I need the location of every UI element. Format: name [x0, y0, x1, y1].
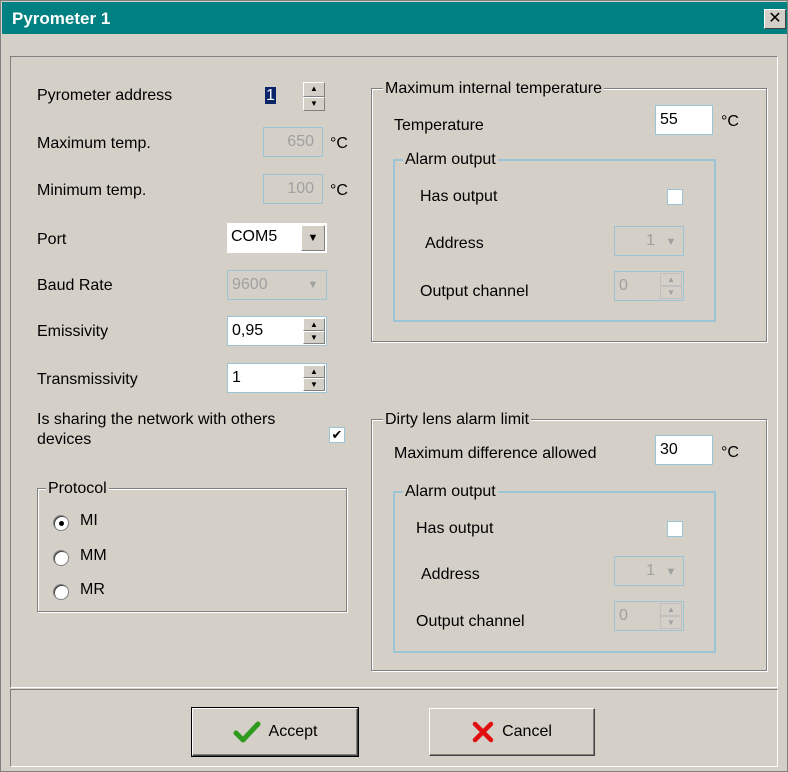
dirty-channel-label: Output channel: [416, 613, 525, 630]
dirty-has-output-label: Has output: [416, 520, 494, 537]
spin-up-icon[interactable]: ▲: [303, 82, 325, 97]
spin-up-icon[interactable]: ▲: [303, 365, 325, 378]
title-bar[interactable]: Pyrometer 1: [2, 2, 787, 34]
min-temp-label: Minimum temp.: [37, 182, 147, 199]
radio-mm[interactable]: [53, 550, 69, 566]
dirty-lens-group-title: Dirty lens alarm limit: [383, 411, 532, 429]
baud-rate-label: Baud Rate: [37, 277, 113, 294]
sharing-checkbox[interactable]: ✔: [329, 427, 345, 443]
radio-mm-label[interactable]: MM: [80, 547, 107, 565]
spin-up-icon[interactable]: ▲: [303, 318, 325, 331]
max-diff-label: Maximum difference allowed: [394, 445, 597, 462]
dirty-has-output-checkbox[interactable]: [667, 521, 683, 537]
accept-button-label: Accept: [268, 723, 318, 740]
dialog-window: Pyrometer 1 ✕ Pyrometer address 1 ▲ ▼ Ma…: [0, 0, 788, 772]
transmissivity-spinner[interactable]: ▲ ▼: [303, 365, 325, 391]
check-icon: ✔: [331, 427, 343, 442]
port-dropdown-icon[interactable]: ▼: [301, 225, 325, 251]
min-temp-unit: °C: [330, 182, 348, 199]
spin-down-icon[interactable]: ▼: [660, 286, 682, 299]
accept-button[interactable]: Accept: [191, 707, 359, 757]
protocol-group-title: Protocol: [46, 480, 109, 498]
temperature-label: Temperature: [394, 117, 484, 134]
internal-channel-spinner[interactable]: ▲ ▼: [660, 273, 682, 299]
close-icon: ✕: [768, 10, 782, 27]
dirty-alarm-group-title: Alarm output: [403, 483, 498, 501]
cancel-button[interactable]: Cancel: [429, 708, 595, 756]
internal-temp-group-title: Maximum internal temperature: [383, 80, 604, 98]
baud-rate-dropdown-icon[interactable]: ▼: [301, 272, 325, 298]
pyrometer-address-value: 1: [265, 87, 276, 104]
pyrometer-address-input[interactable]: 1: [263, 82, 301, 112]
spin-up-icon[interactable]: ▲: [660, 273, 682, 286]
spin-down-icon[interactable]: ▼: [303, 331, 325, 344]
spin-up-icon[interactable]: ▲: [660, 603, 682, 616]
emissivity-spinner[interactable]: ▲ ▼: [303, 318, 325, 344]
spin-down-icon[interactable]: ▼: [303, 378, 325, 391]
transmissivity-label: Transmissivity: [37, 371, 138, 388]
internal-has-output-checkbox[interactable]: [667, 189, 683, 205]
pyrometer-address-spinner[interactable]: ▲ ▼: [303, 82, 325, 111]
max-temp-input[interactable]: 650: [263, 127, 323, 157]
close-button[interactable]: ✕: [764, 9, 786, 29]
baud-rate-value: 9600: [232, 276, 268, 293]
radio-mi-label[interactable]: MI: [80, 512, 98, 530]
radio-mr-label[interactable]: MR: [80, 581, 105, 599]
emissivity-label: Emissivity: [37, 323, 109, 340]
radio-mi[interactable]: [53, 515, 69, 531]
internal-address-label: Address: [425, 235, 484, 252]
dirty-channel-spinner[interactable]: ▲ ▼: [660, 603, 682, 629]
max-temp-unit: °C: [330, 135, 348, 152]
max-diff-input[interactable]: 30: [655, 435, 713, 465]
internal-alarm-group-title: Alarm output: [403, 151, 498, 169]
sharing-label-line1: Is sharing the network with others: [37, 411, 276, 428]
internal-has-output-label: Has output: [420, 188, 498, 205]
temperature-input[interactable]: 55: [655, 105, 713, 135]
window-title: Pyrometer 1: [12, 9, 111, 28]
radio-mr[interactable]: [53, 584, 69, 600]
port-value: COM5: [231, 228, 278, 245]
pyrometer-address-label: Pyrometer address: [37, 87, 173, 104]
internal-address-dropdown-icon[interactable]: ▼: [660, 228, 682, 254]
min-temp-input[interactable]: 100: [263, 174, 323, 204]
port-label: Port: [37, 231, 67, 248]
max-diff-unit: °C: [721, 444, 739, 461]
sharing-label-line2: devices: [37, 431, 92, 448]
dirty-address-dropdown-icon[interactable]: ▼: [660, 558, 682, 584]
spin-down-icon[interactable]: ▼: [303, 96, 325, 111]
spin-down-icon[interactable]: ▼: [660, 616, 682, 629]
temperature-unit: °C: [721, 113, 739, 130]
internal-channel-label: Output channel: [420, 283, 529, 300]
max-temp-label: Maximum temp.: [37, 135, 151, 152]
check-icon: [233, 721, 261, 743]
button-panel: [10, 689, 778, 767]
x-icon: [472, 721, 494, 743]
dirty-address-label: Address: [421, 566, 480, 583]
cancel-button-label: Cancel: [502, 723, 552, 740]
